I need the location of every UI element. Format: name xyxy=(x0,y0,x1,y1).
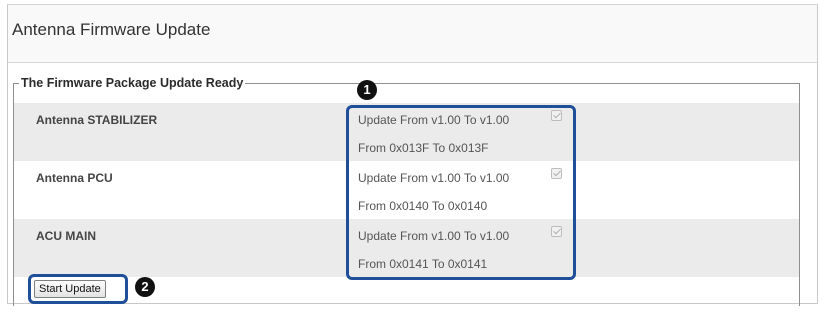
firmware-name: ACU MAIN xyxy=(36,229,96,243)
firmware-name: Antenna PCU xyxy=(36,171,113,185)
page-title: Antenna Firmware Update xyxy=(12,20,211,39)
firmware-name: Antenna STABILIZER xyxy=(36,113,158,127)
annotation-highlight-versions xyxy=(346,105,576,280)
callout-marker-2: 2 xyxy=(135,277,155,297)
start-update-button[interactable]: Start Update xyxy=(34,280,106,298)
callout-marker-1: 1 xyxy=(357,80,377,100)
fieldset-legend: The Firmware Package Update Ready xyxy=(21,76,244,90)
